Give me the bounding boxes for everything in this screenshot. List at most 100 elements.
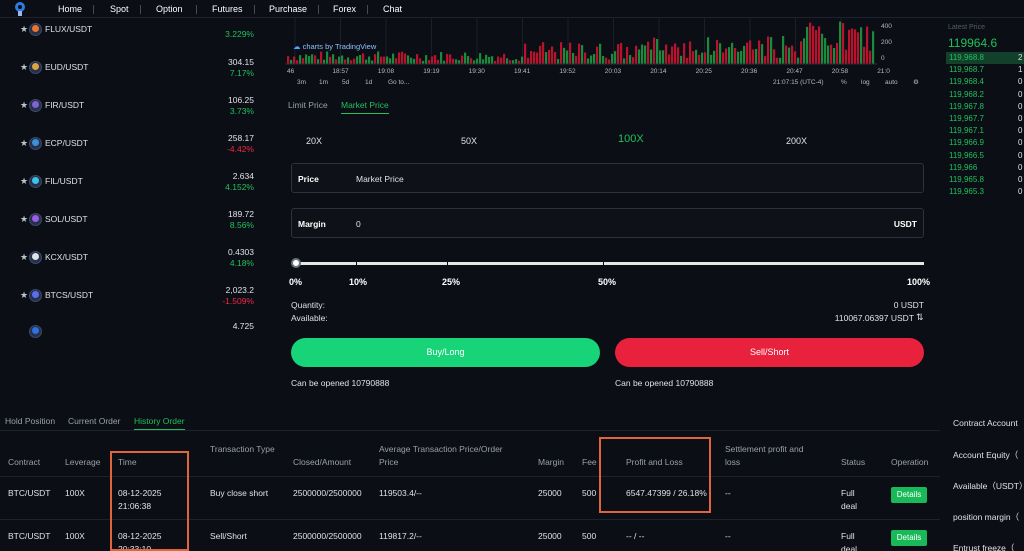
- tab-limit-price[interactable]: Limit Price: [288, 100, 328, 110]
- slider-handle[interactable]: [291, 258, 301, 268]
- market-row[interactable]: ★ KCX/USDT 0.4303 4.18%: [0, 247, 265, 268]
- orderbook-row[interactable]: 119,968.4 0: [946, 76, 1024, 88]
- slider-pct-10[interactable]: 10%: [349, 277, 367, 287]
- th-contract: Contract: [8, 457, 41, 467]
- orderbook-row[interactable]: 119,966 0: [946, 162, 1024, 174]
- cell-contract: BTC/USDT: [8, 488, 51, 498]
- quantity-value: 0 USDT: [893, 300, 924, 310]
- leverage-50x[interactable]: 50X: [461, 136, 477, 146]
- range-button[interactable]: 1m: [319, 79, 328, 86]
- orderbook-row[interactable]: 119,968.7 1: [946, 64, 1024, 76]
- nav-chat[interactable]: Chat: [383, 4, 402, 14]
- range-button[interactable]: 5d: [342, 79, 350, 86]
- market-row[interactable]: ★ EUD/USDT 304.15 7.17%: [0, 57, 265, 78]
- market-row[interactable]: ★ BTCS/USDT 2,023.2 -1.509%: [0, 285, 265, 306]
- volume-axis-label: 400: [881, 23, 892, 30]
- range-button[interactable]: 1d: [365, 79, 373, 86]
- scale-option[interactable]: auto: [885, 79, 898, 86]
- star-icon[interactable]: ★: [20, 100, 28, 111]
- watermark-text: charts by TradingView: [302, 42, 377, 51]
- details-button[interactable]: Details: [891, 530, 927, 546]
- orderbook-row[interactable]: 119,967.1 0: [946, 125, 1024, 137]
- volume-bar: [434, 55, 437, 64]
- leverage-20x[interactable]: 20X: [306, 136, 322, 146]
- volume-bar: [380, 56, 383, 64]
- leverage-100x[interactable]: 100X: [618, 133, 644, 145]
- nav-spot[interactable]: Spot: [110, 4, 129, 14]
- orderbook-price: 119,966: [949, 162, 978, 172]
- star-icon[interactable]: ★: [20, 214, 28, 225]
- volume-bar: [311, 54, 314, 64]
- tab-history-order[interactable]: History Order: [134, 416, 185, 430]
- star-icon[interactable]: ★: [20, 290, 28, 301]
- orderbook-row[interactable]: 119,968.2 0: [946, 89, 1024, 101]
- price-field[interactable]: Price Market Price: [291, 163, 924, 193]
- volume-bar: [437, 59, 440, 64]
- market-row[interactable]: ★ SOL/USDT 189.72 8.56%: [0, 209, 265, 230]
- transfer-icon[interactable]: ⇅: [916, 312, 924, 323]
- leverage-200x[interactable]: 200X: [786, 136, 807, 146]
- star-icon[interactable]: ★: [20, 252, 28, 263]
- volume-bar: [770, 37, 773, 64]
- orderbook-price: 119,968.8: [949, 53, 984, 62]
- scale-option[interactable]: log: [861, 79, 870, 86]
- nav-futures[interactable]: Futures: [212, 4, 243, 14]
- volume-bar: [329, 56, 332, 64]
- logo-icon[interactable]: [12, 1, 28, 17]
- market-row[interactable]: ★ FIR/USDT 106.25 3.73%: [0, 95, 265, 116]
- volume-bar: [710, 54, 713, 64]
- margin-field[interactable]: Margin 0 USDT: [291, 208, 924, 238]
- orderbook-row[interactable]: 119,965.8 0: [946, 174, 1024, 186]
- range-button[interactable]: Go to...: [388, 79, 410, 86]
- orderbook-row[interactable]: 119,968.8 2: [946, 52, 1024, 64]
- margin-unit: USDT: [893, 219, 917, 229]
- star-icon[interactable]: ★: [20, 24, 28, 35]
- orderbook-row[interactable]: 119,967.8 0: [946, 101, 1024, 113]
- orderbook-row[interactable]: 119,967.7 0: [946, 113, 1024, 125]
- margin-input[interactable]: 0: [356, 219, 361, 229]
- volume-bar: [305, 54, 308, 64]
- nav-purchase[interactable]: Purchase: [269, 4, 307, 14]
- volume-bar: [353, 58, 356, 64]
- cell-margin: 25000: [538, 531, 562, 541]
- volume-bar: [560, 42, 563, 64]
- volume-bar: [842, 23, 845, 64]
- details-button[interactable]: Details: [891, 487, 927, 503]
- chart-canvas[interactable]: 400 200 0 46 18:57 19:08 19:19 19:30 19:41 19:52 2…: [285, 18, 930, 90]
- market-row[interactable]: ★ FLUX/USDT 3.229%: [0, 19, 265, 39]
- market-row[interactable]: ★ ECP/USDT 258.17 -4.42%: [0, 133, 265, 154]
- volume-bar: [758, 40, 761, 64]
- orderbook-row[interactable]: 119,965.3 0: [946, 186, 1024, 198]
- market-row[interactable]: ★4.725: [0, 321, 265, 341]
- nav-option[interactable]: Option: [156, 4, 183, 14]
- margin-slider[interactable]: [296, 262, 924, 265]
- volume-bar: [620, 42, 623, 64]
- slider-pct-0[interactable]: 0%: [289, 277, 302, 287]
- orderbook-row[interactable]: 119,966.5 0: [946, 150, 1024, 162]
- orderbook-row[interactable]: 119,966.9 0: [946, 137, 1024, 149]
- buy-long-button[interactable]: Buy/Long: [291, 338, 600, 367]
- star-icon[interactable]: ★: [20, 62, 28, 73]
- settings-gear-icon[interactable]: ⚙: [913, 78, 919, 86]
- slider-pct-25[interactable]: 25%: [442, 277, 460, 287]
- star-icon[interactable]: ★: [20, 176, 28, 187]
- range-button[interactable]: 3m: [297, 79, 306, 86]
- scale-option[interactable]: %: [841, 79, 847, 86]
- slider-pct-50[interactable]: 50%: [598, 277, 616, 287]
- tab-current-order[interactable]: Current Order: [68, 416, 120, 426]
- volume-bar: [839, 21, 842, 64]
- volume-axis-label: 200: [881, 39, 892, 46]
- nav-home[interactable]: Home: [58, 4, 82, 14]
- volume-bar: [797, 57, 800, 64]
- nav-forex[interactable]: Forex: [333, 4, 356, 14]
- slider-pct-100[interactable]: 100%: [907, 277, 930, 287]
- tab-market-price[interactable]: Market Price: [341, 100, 389, 114]
- volume-bar: [743, 45, 746, 64]
- market-row[interactable]: ★ FIL/USDT 2.634 4.152%: [0, 171, 265, 192]
- star-icon[interactable]: ★: [20, 138, 28, 149]
- sell-short-button[interactable]: Sell/Short: [615, 338, 924, 367]
- volume-bar: [635, 45, 638, 64]
- tab-divider: [0, 430, 940, 431]
- price-chart[interactable]: 400 200 0 46 18:57 19:08 19:19 19:30 19:41 19:52 2…: [285, 18, 930, 90]
- tab-hold-position[interactable]: Hold Position: [5, 416, 55, 426]
